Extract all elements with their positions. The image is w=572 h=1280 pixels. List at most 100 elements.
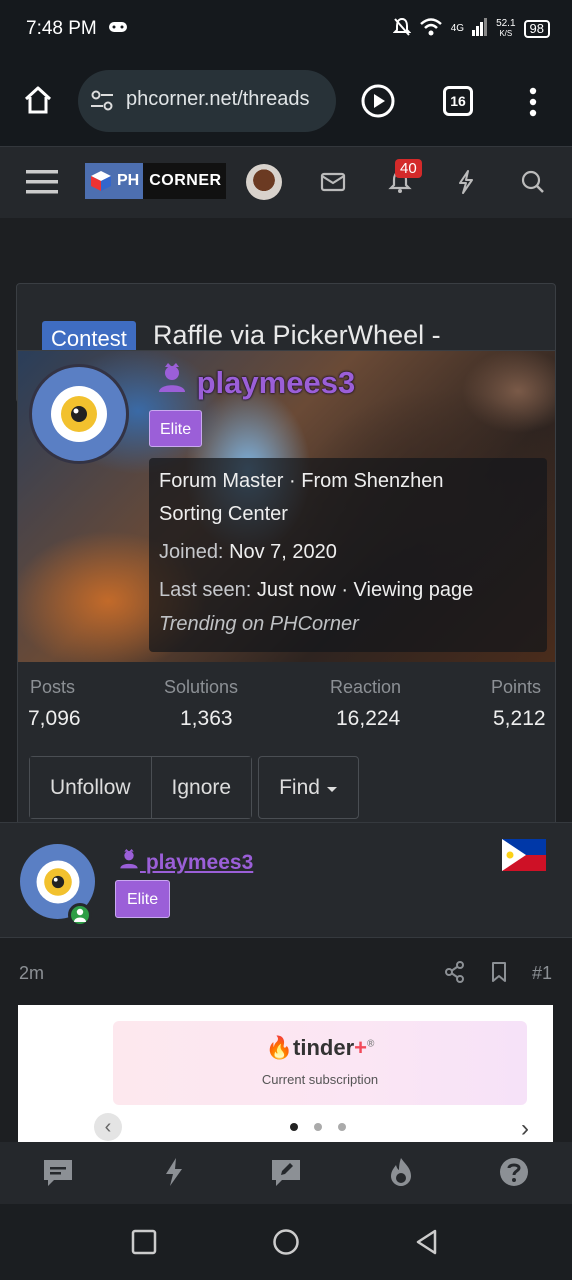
follow-ignore-group: Unfollow Ignore: [29, 756, 253, 819]
site-settings-icon[interactable]: [90, 90, 114, 112]
joined-row: Joined: Nov 7, 2020: [159, 541, 337, 564]
back-icon[interactable]: [413, 1228, 441, 1256]
logo-corner-text: CORNER: [149, 172, 222, 189]
subscription-card: 🔥tinder+® Current subscription: [113, 1021, 527, 1105]
stat-solutions-label: Solutions: [164, 677, 239, 697]
tinder-plus: +: [354, 1035, 367, 1060]
tooltip-avatar[interactable]: [29, 364, 129, 464]
wifi-icon: [419, 17, 443, 40]
tab-switcher-button[interactable]: 16: [443, 86, 473, 116]
last-seen-label: Last seen:: [159, 579, 252, 601]
chevron-left-icon[interactable]: ‹: [94, 1113, 122, 1141]
logo-cube-icon: [85, 163, 117, 199]
search-icon[interactable]: [519, 169, 547, 195]
game-controller-icon: [108, 20, 128, 38]
home-circle-icon[interactable]: [272, 1228, 300, 1256]
last-seen-value: Just now · Viewing page: [256, 579, 474, 601]
post-author-name[interactable]: playmees3: [146, 851, 253, 874]
signal-icon: [472, 18, 488, 39]
logo-ph-text: PH: [117, 163, 144, 199]
post-image-carousel[interactable]: 🔥tinder+® Current subscription ‹ ›: [18, 1005, 553, 1142]
site-header: PH CORNER 40: [0, 146, 572, 218]
stat-points-value[interactable]: 5,212: [493, 707, 546, 731]
mute-bell-icon: [392, 17, 412, 40]
whats-new-icon[interactable]: [158, 1156, 190, 1188]
stat-reaction-label: Reaction: [330, 677, 402, 697]
share-icon[interactable]: [444, 961, 466, 983]
post-meta-bar: 2m #1: [0, 939, 572, 1005]
stat-solutions-value[interactable]: 1,363: [180, 707, 233, 731]
post-thread-icon[interactable]: [270, 1156, 302, 1188]
address-bar[interactable]: phcorner.net/threads: [78, 70, 336, 132]
post-number[interactable]: #1: [532, 963, 552, 984]
site-logo[interactable]: PH CORNER: [85, 163, 226, 199]
chevron-right-icon[interactable]: ›: [521, 1115, 529, 1143]
network-type: 4G: [450, 22, 465, 34]
net-speed-value: 52.1: [496, 17, 516, 29]
find-button-label: Find: [279, 776, 320, 799]
last-seen-row: Last seen: Just now · Viewing page: [159, 579, 473, 602]
system-nav-bar: [0, 1204, 572, 1280]
elite-user-icon: [118, 849, 146, 874]
member-info-panel: Forum Master · From Shenzhen Sorting Cen…: [149, 458, 547, 652]
philippines-flag-icon: [502, 839, 546, 871]
status-icons: 4G 52.1 K/S 98: [392, 17, 550, 40]
carousel-dots: [290, 1123, 346, 1131]
net-speed-unit: K/S: [499, 28, 513, 38]
battery-indicator: 98: [523, 19, 550, 38]
user-avatar[interactable]: [246, 164, 282, 200]
stat-posts-label: Posts: [30, 677, 76, 697]
tinder-logo: 🔥tinder+®: [113, 1035, 527, 1061]
notification-count-badge: 40: [395, 159, 422, 178]
member-stats: Posts 7,096 Solutions 1,363 Reaction 16,…: [18, 673, 555, 743]
post-author-username[interactable]: playmees3: [118, 849, 253, 875]
post-author-header: playmees3 Elite: [0, 822, 572, 938]
home-icon[interactable]: [22, 84, 54, 116]
trending-fire-icon[interactable]: [385, 1156, 417, 1188]
unfollow-button[interactable]: Unfollow: [30, 757, 151, 818]
joined-label: Joined:: [159, 541, 224, 563]
browser-toolbar: phcorner.net/threads 16: [0, 58, 572, 146]
tinder-brand-text: tinder: [293, 1035, 355, 1060]
elite-user-icon: [156, 363, 197, 400]
online-status-icon: [68, 903, 92, 927]
url-text[interactable]: phcorner.net/threads: [126, 88, 331, 111]
elite-badge: Elite: [149, 410, 203, 447]
member-tooltip: playmees3 Elite Forum Master · From Shen…: [17, 350, 556, 830]
status-bar: 7:48 PM 4G 52.1 K/S 98: [0, 0, 572, 58]
tooltip-username-text[interactable]: playmees3: [197, 365, 356, 400]
joined-value: Nov 7, 2020: [229, 541, 337, 563]
member-title-line1: Forum Master · From Shenzhen: [159, 470, 444, 492]
chevron-down-icon: [326, 776, 338, 799]
recents-icon[interactable]: [130, 1228, 158, 1256]
carousel-dot[interactable]: [338, 1123, 346, 1131]
more-vert-icon[interactable]: [528, 86, 538, 118]
help-icon[interactable]: [498, 1156, 530, 1188]
thread-title: Raffle via PickerWheel -: [153, 320, 441, 350]
tooltip-username[interactable]: playmees3: [156, 363, 355, 401]
member-activity: Trending on PHCorner: [159, 613, 359, 635]
lightning-icon[interactable]: [452, 169, 480, 195]
registered-mark: ®: [367, 1038, 375, 1050]
bookmark-icon[interactable]: [488, 961, 510, 983]
stat-points-label: Points: [491, 677, 542, 697]
flame-icon: 🔥: [265, 1035, 294, 1060]
carousel-dot[interactable]: [290, 1123, 298, 1131]
member-title-line2: Sorting Center: [159, 503, 288, 525]
find-button[interactable]: Find: [258, 756, 359, 819]
carousel-dot[interactable]: [314, 1123, 322, 1131]
status-time: 7:48 PM: [26, 18, 97, 39]
app-bottom-nav: [0, 1142, 572, 1204]
ignore-button[interactable]: Ignore: [150, 757, 252, 818]
mail-icon[interactable]: [319, 169, 347, 195]
post-author-badge: Elite: [115, 880, 171, 918]
play-icon[interactable]: [361, 84, 395, 118]
member-actions: Unfollow Ignore Find: [29, 756, 359, 819]
post-time[interactable]: 2m: [19, 963, 44, 984]
hamburger-icon[interactable]: [26, 169, 58, 195]
stat-posts-value[interactable]: 7,096: [28, 707, 81, 731]
subscription-subtitle: Current subscription: [261, 1072, 379, 1087]
stat-reaction-value[interactable]: 16,224: [336, 707, 400, 731]
net-speed: 52.1 K/S: [496, 17, 516, 39]
forums-icon[interactable]: [42, 1156, 74, 1188]
